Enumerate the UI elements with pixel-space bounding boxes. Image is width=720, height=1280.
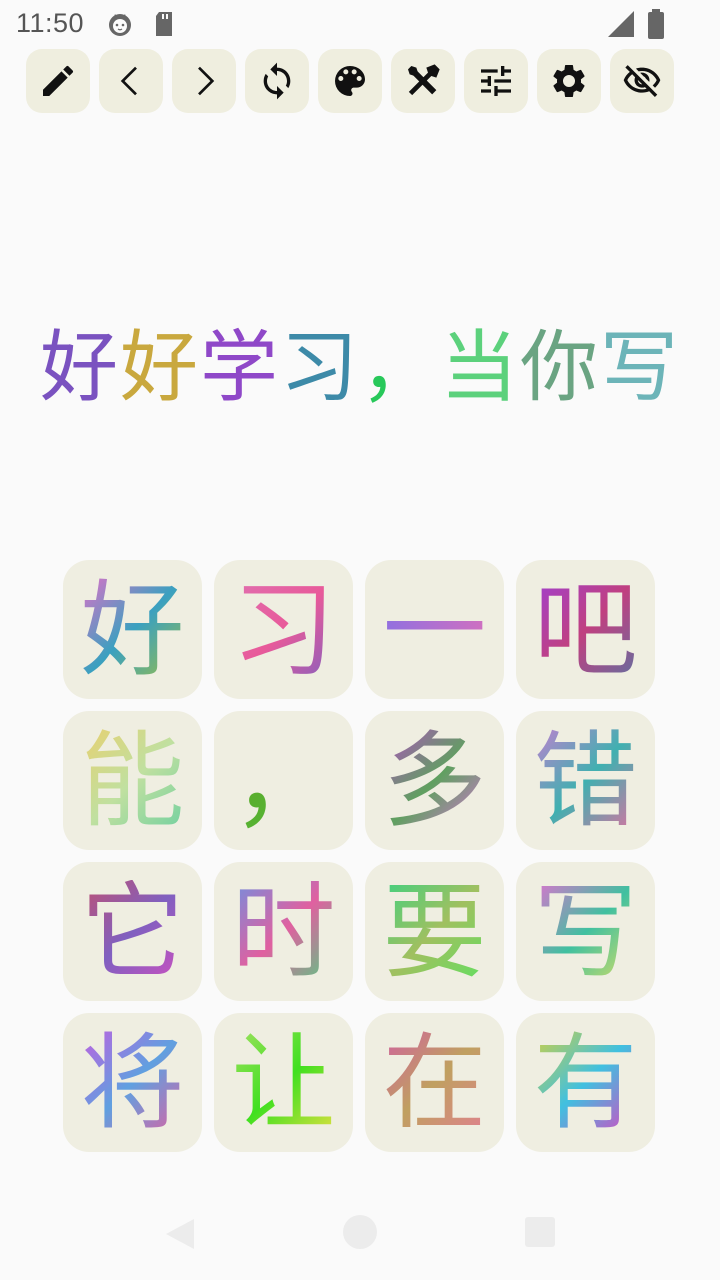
status-time: 11:50 — [16, 8, 85, 38]
gear-icon — [553, 64, 585, 97]
sentence-char: 学 — [199, 323, 280, 413]
eye-off-icon — [623, 65, 661, 97]
tile-char: 习 — [231, 568, 336, 691]
sentence-char: 写 — [600, 323, 681, 413]
chevron-left-icon — [120, 66, 137, 96]
refresh-button[interactable] — [245, 49, 309, 113]
adjust-button[interactable] — [464, 49, 528, 113]
home-circle-icon[interactable] — [342, 1214, 378, 1250]
char-tile[interactable]: 能 — [63, 711, 202, 850]
back-triangle-icon[interactable] — [162, 1216, 198, 1252]
char-tile[interactable]: 要 — [365, 862, 504, 1001]
tile-char: 写 — [533, 870, 638, 993]
sentence-char: 当 — [440, 323, 521, 413]
settings-button[interactable] — [537, 49, 601, 113]
sentence-char: 好 — [119, 323, 200, 413]
tile-char: 让 — [231, 1021, 336, 1144]
char-tile[interactable]: 习 — [214, 560, 353, 699]
tile-char: 有 — [533, 1021, 638, 1144]
practice-sentence: 好好学习，当你写 — [0, 318, 720, 418]
previous-button[interactable] — [99, 49, 163, 113]
char-tile[interactable]: 吧 — [516, 560, 655, 699]
palette-button[interactable] — [318, 49, 382, 113]
sliders-icon — [481, 66, 511, 96]
char-tile[interactable]: ， — [214, 711, 353, 850]
tools-icon — [408, 64, 440, 96]
tile-char: 能 — [80, 719, 185, 842]
edit-button[interactable] — [26, 49, 90, 113]
char-tile[interactable]: 将 — [63, 1013, 202, 1152]
char-tile[interactable]: 错 — [516, 711, 655, 850]
tile-char: 在 — [382, 1021, 487, 1144]
chevron-right-icon — [198, 66, 215, 96]
sentence-char: ， — [360, 323, 441, 413]
tile-char: 一 — [382, 568, 487, 691]
recents-square-icon[interactable] — [524, 1216, 556, 1248]
tile-char: 错 — [533, 719, 638, 842]
tile-char: ， — [231, 719, 336, 842]
char-tile[interactable]: 多 — [365, 711, 504, 850]
sentence-char: 好 — [39, 323, 120, 413]
char-tile[interactable]: 有 — [516, 1013, 655, 1152]
navigation-bar — [0, 1184, 720, 1280]
cat-notification-icon — [109, 14, 131, 36]
signal-icon — [608, 11, 634, 37]
tools-button[interactable] — [391, 49, 455, 113]
status-bar: 11:50 — [0, 0, 720, 48]
char-tile[interactable]: 写 — [516, 862, 655, 1001]
hide-button[interactable] — [610, 49, 674, 113]
char-tile[interactable]: 时 — [214, 862, 353, 1001]
next-button[interactable] — [172, 49, 236, 113]
char-tile[interactable]: 它 — [63, 862, 202, 1001]
tile-char: 好 — [80, 568, 185, 691]
tile-char: 多 — [382, 719, 487, 842]
sd-card-icon — [156, 12, 172, 36]
tile-char: 它 — [80, 870, 185, 993]
tile-char: 将 — [80, 1021, 185, 1144]
battery-icon — [648, 9, 664, 39]
tile-char: 时 — [231, 870, 336, 993]
char-tile[interactable]: 一 — [365, 560, 504, 699]
char-tile[interactable]: 让 — [214, 1013, 353, 1152]
tile-char: 吧 — [533, 568, 638, 691]
sentence-char: 习 — [279, 323, 360, 413]
char-tile[interactable]: 在 — [365, 1013, 504, 1152]
tile-char: 要 — [382, 870, 487, 993]
char-tile[interactable]: 好 — [63, 560, 202, 699]
sentence-char: 你 — [520, 323, 601, 413]
pencil-icon — [43, 65, 74, 96]
character-grid: 好 习 一 吧 能 ， 多 错 它 时 要 写 将 让 在 有 — [63, 560, 657, 1154]
refresh-icon — [263, 62, 291, 100]
palette-icon — [335, 66, 365, 96]
